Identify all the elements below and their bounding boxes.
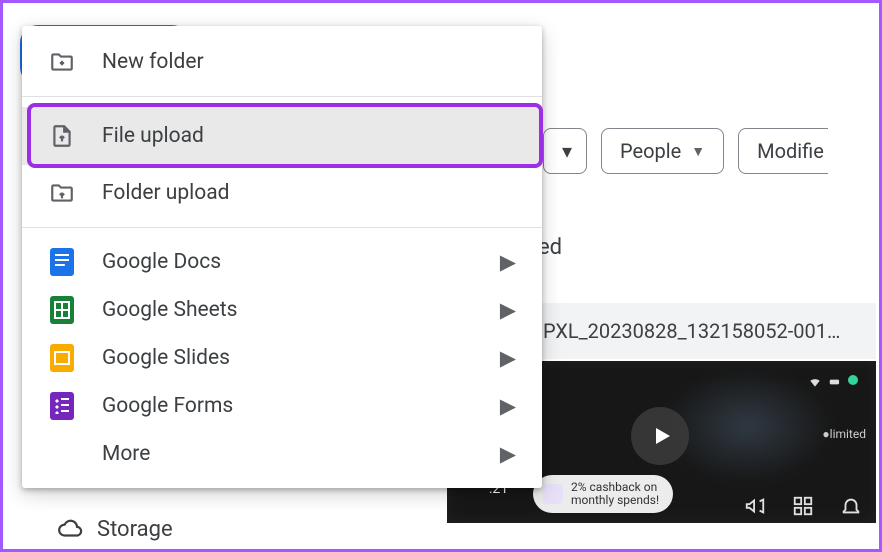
menu-label: New folder	[102, 50, 204, 74]
video-overlay-text: ●limited	[822, 427, 866, 441]
filter-chip-modified-partial[interactable]: Modifie	[738, 128, 828, 174]
filter-chip-people[interactable]: People ▼	[601, 128, 724, 174]
new-context-menu: New folder File upload Folder upload Goo…	[22, 26, 542, 488]
blank-icon	[48, 440, 76, 468]
status-dot-icon	[848, 375, 858, 385]
menu-label: Folder upload	[102, 181, 230, 205]
video-tray-icons	[744, 495, 862, 517]
menu-item-google-docs[interactable]: Google Docs ▶	[22, 238, 542, 286]
pill-line1: 2% cashback on	[571, 481, 659, 494]
status-bar-icons	[808, 375, 858, 389]
new-folder-icon	[48, 48, 76, 76]
menu-item-file-upload[interactable]: File upload	[22, 107, 542, 165]
chip-label: People	[620, 139, 681, 163]
menu-item-new-folder[interactable]: New folder	[22, 38, 542, 86]
grid-icon	[792, 495, 814, 517]
file-name: PXL_20230828_132158052-001…	[543, 319, 840, 343]
wifi-icon	[808, 375, 822, 389]
menu-label: Google Sheets	[102, 298, 238, 322]
menu-separator	[22, 96, 542, 97]
folder-upload-icon	[48, 179, 76, 207]
google-docs-icon	[48, 248, 76, 276]
video-pill: 2% cashback on monthly spends!	[533, 475, 673, 513]
menu-label: More	[102, 442, 150, 466]
menu-item-folder-upload[interactable]: Folder upload	[22, 169, 542, 217]
menu-label: Google Docs	[102, 250, 221, 274]
pill-line2: monthly spends!	[571, 494, 659, 507]
filter-chip-type-partial[interactable]: ▾	[543, 128, 587, 174]
google-forms-icon	[48, 392, 76, 420]
menu-item-more[interactable]: More ▶	[22, 430, 542, 478]
sidebar-item-storage[interactable]: Storage	[57, 516, 173, 542]
caret-down-icon: ▼	[691, 143, 705, 160]
menu-item-google-slides[interactable]: Google Slides ▶	[22, 334, 542, 382]
submenu-caret-icon: ▶	[500, 298, 516, 323]
menu-separator	[22, 227, 542, 228]
chip-label: Modifie	[757, 139, 824, 163]
sidebar-label: Storage	[97, 517, 173, 542]
menu-item-google-forms[interactable]: Google Forms ▶	[22, 382, 542, 430]
google-sheets-icon	[48, 296, 76, 324]
file-upload-icon	[48, 122, 76, 150]
google-slides-icon	[48, 344, 76, 372]
cloud-icon	[57, 516, 83, 542]
bell-icon	[840, 495, 862, 517]
menu-item-google-sheets[interactable]: Google Sheets ▶	[22, 286, 542, 334]
megaphone-icon	[744, 495, 766, 517]
caret-down-icon: ▾	[562, 139, 572, 163]
submenu-caret-icon: ▶	[500, 442, 516, 467]
filter-chips: ▾ People ▼ Modifie	[543, 128, 828, 174]
submenu-caret-icon: ▶	[500, 250, 516, 275]
play-icon	[631, 407, 689, 465]
menu-label: Google Slides	[102, 346, 230, 370]
submenu-caret-icon: ▶	[500, 346, 516, 371]
menu-label: File upload	[102, 124, 204, 148]
menu-label: Google Forms	[102, 394, 233, 418]
submenu-caret-icon: ▶	[500, 394, 516, 419]
battery-icon	[828, 375, 842, 389]
